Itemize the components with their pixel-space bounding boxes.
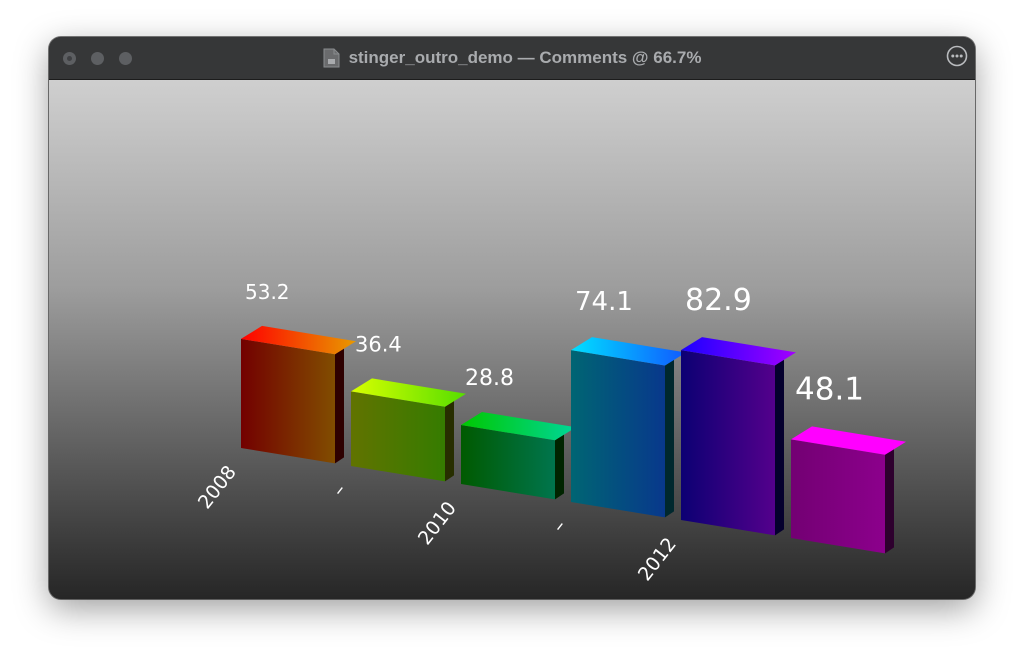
data-label-2: 28.8 xyxy=(465,366,514,391)
bar-front-face xyxy=(791,439,885,554)
app-window: stinger_outro_demo — Comments @ 66.7% 53… xyxy=(49,37,975,599)
bar-5 xyxy=(791,426,906,554)
title-bar: stinger_outro_demo — Comments @ 66.7% xyxy=(49,37,975,80)
bar-4 xyxy=(681,337,796,536)
bar-front-face xyxy=(241,338,335,464)
x-tick-label-4: 2012 xyxy=(634,534,681,586)
data-label-5: 48.1 xyxy=(795,371,864,407)
window-title: stinger_outro_demo — Comments @ 66.7% xyxy=(348,48,702,67)
x-tick-label-2: 2010 xyxy=(414,498,461,550)
bar-side-face xyxy=(885,448,894,554)
bar-side-face xyxy=(445,400,454,482)
bar-front-face xyxy=(351,391,445,482)
bar-3 xyxy=(571,337,686,518)
bar-side-face xyxy=(775,359,784,536)
bar-side-face xyxy=(555,434,564,500)
bar-side-face xyxy=(665,359,674,518)
bar-chart-3d: 53.2 36.4 28.8 74.1 82.9 48.1 2008 – 2010 – 2012 xyxy=(194,280,906,586)
x-tick-label-3: – xyxy=(548,516,571,537)
data-label-4: 82.9 xyxy=(685,283,752,318)
bar-2 xyxy=(461,412,576,500)
x-tick-label-0: 2008 xyxy=(194,462,241,514)
bar-1 xyxy=(351,378,466,482)
document-icon xyxy=(323,48,340,68)
bar-front-face xyxy=(681,350,775,536)
chart-canvas: 53.2 36.4 28.8 74.1 82.9 48.1 2008 – 2010 – 2012 xyxy=(49,80,975,599)
bar-side-face xyxy=(335,348,344,464)
window-title-area: stinger_outro_demo — Comments @ 66.7% xyxy=(49,37,975,79)
bar-0 xyxy=(241,325,356,464)
data-label-1: 36.4 xyxy=(355,332,402,356)
data-label-0: 53.2 xyxy=(245,280,290,304)
more-options-icon[interactable] xyxy=(946,45,968,67)
data-label-3: 74.1 xyxy=(575,287,633,317)
x-tick-label-1: – xyxy=(328,480,351,501)
bar-front-face xyxy=(571,350,665,518)
